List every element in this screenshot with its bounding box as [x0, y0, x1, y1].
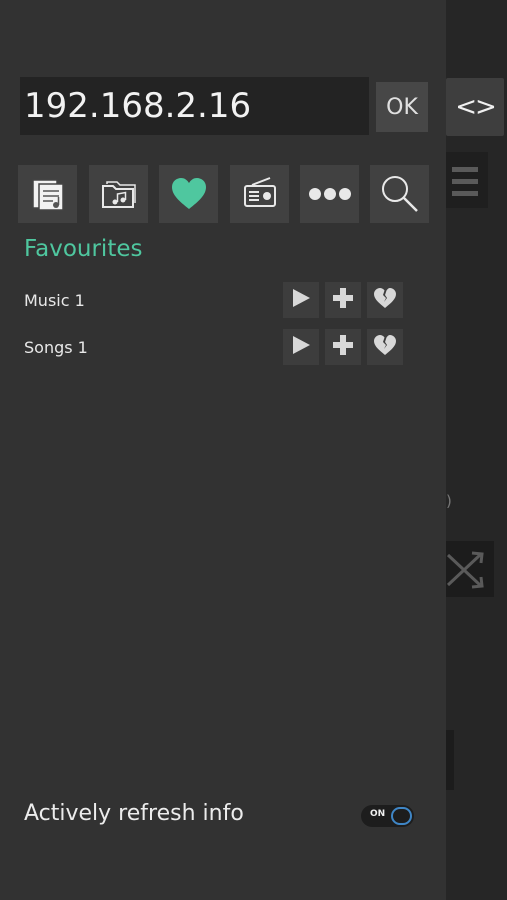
list-item: Songs 1 [0, 328, 446, 368]
favourites-button[interactable] [159, 165, 218, 223]
drawer-toggle-button[interactable]: <> [446, 78, 504, 136]
remove-favourite-button[interactable] [367, 329, 403, 365]
play-button[interactable] [283, 282, 319, 318]
refresh-info-label: Actively refresh info [24, 801, 244, 826]
radio-icon [240, 174, 280, 214]
music-folder-icon [99, 174, 139, 214]
favourite-label: Music 1 [24, 291, 85, 310]
search-button[interactable] [370, 165, 429, 223]
favourite-label: Songs 1 [24, 338, 88, 357]
broken-heart-icon [373, 287, 397, 313]
toggle-knob [391, 807, 412, 825]
more-button[interactable] [300, 165, 359, 223]
list-item: Music 1 [0, 281, 446, 321]
play-icon [290, 287, 312, 313]
play-icon [290, 334, 312, 360]
music-folder-button[interactable] [89, 165, 148, 223]
bg-panel [446, 730, 454, 790]
more-icon [307, 184, 353, 204]
bg-shuffle-icon [446, 541, 494, 597]
add-button[interactable] [325, 329, 361, 365]
radio-button[interactable] [230, 165, 289, 223]
plus-icon [332, 287, 354, 313]
ok-button[interactable]: OK [376, 82, 428, 132]
navigation-drawer: OK [0, 0, 446, 900]
server-ip-input[interactable] [20, 77, 369, 135]
remove-favourite-button[interactable] [367, 282, 403, 318]
search-icon [379, 173, 421, 215]
plus-icon [332, 334, 354, 360]
broken-heart-icon [373, 334, 397, 360]
heart-icon [169, 174, 209, 214]
play-button[interactable] [283, 329, 319, 365]
bg-list-icon [446, 152, 488, 208]
add-button[interactable] [325, 282, 361, 318]
playlist-icon [28, 174, 68, 214]
playlist-button[interactable] [18, 165, 77, 223]
refresh-info-toggle[interactable]: ON [361, 805, 414, 827]
toggle-state-text: ON [370, 809, 386, 819]
bg-text-fragment: ) [446, 492, 452, 510]
favourites-title: Favourites [24, 236, 143, 262]
